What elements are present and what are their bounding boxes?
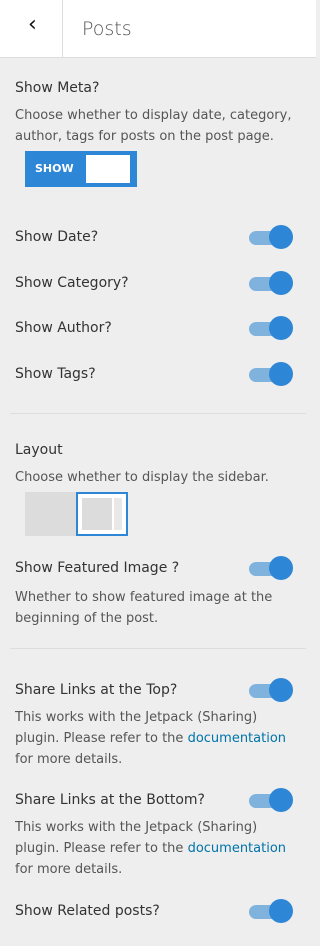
layout-label: Layout xyxy=(15,442,63,458)
toggle-knob xyxy=(269,225,293,249)
share-links-bottom-description: This works with the Jetpack (Sharing) pl… xyxy=(15,817,300,880)
share-links-bottom-label: Share Links at the Bottom? xyxy=(15,792,205,808)
description-text: for more details. xyxy=(15,752,123,767)
layout-option-with-sidebar[interactable] xyxy=(76,492,128,536)
show-related-posts-toggle[interactable] xyxy=(247,899,293,923)
show-author-toggle[interactable] xyxy=(247,316,293,340)
share-links-top-label: Share Links at the Top? xyxy=(15,682,178,698)
panel-header: ‹ Posts xyxy=(0,0,316,58)
layout-option-no-sidebar[interactable] xyxy=(25,492,76,536)
toggle-knob xyxy=(269,899,293,923)
back-arrow-icon: ‹ xyxy=(28,12,37,37)
show-meta-label: Show Meta? xyxy=(15,80,100,96)
documentation-link[interactable]: documentation xyxy=(188,841,286,856)
toggle-handle xyxy=(86,155,130,183)
toggle-knob xyxy=(269,788,293,812)
toggle-knob xyxy=(269,362,293,386)
layout-description: Choose whether to display the sidebar. xyxy=(15,470,269,485)
show-tags-toggle[interactable] xyxy=(247,362,293,386)
layout-content-preview xyxy=(82,498,112,530)
show-category-label: Show Category? xyxy=(15,275,129,291)
share-links-bottom-toggle[interactable] xyxy=(247,788,293,812)
show-date-label: Show Date? xyxy=(15,229,99,245)
back-button[interactable]: ‹ xyxy=(0,0,63,57)
toggle-knob xyxy=(269,678,293,702)
section-divider xyxy=(10,413,306,414)
show-meta-toggle[interactable]: SHOW xyxy=(25,151,137,187)
documentation-link[interactable]: documentation xyxy=(188,731,286,746)
section-divider xyxy=(10,648,306,649)
show-featured-image-label: Show Featured Image ? xyxy=(15,560,180,576)
show-date-toggle[interactable] xyxy=(247,225,293,249)
toggle-knob xyxy=(269,316,293,340)
show-tags-label: Show Tags? xyxy=(15,366,96,382)
toggle-knob xyxy=(269,271,293,295)
share-links-top-toggle[interactable] xyxy=(247,678,293,702)
show-meta-toggle-label: SHOW xyxy=(35,162,74,175)
page-title: Posts xyxy=(82,18,132,40)
layout-sidebar-preview xyxy=(114,498,122,530)
show-related-posts-label: Show Related posts? xyxy=(15,903,160,919)
share-links-top-description: This works with the Jetpack (Sharing) pl… xyxy=(15,707,300,770)
description-text: for more details. xyxy=(15,862,123,877)
show-featured-image-description: Whether to show featured image at the be… xyxy=(15,590,273,626)
show-category-toggle[interactable] xyxy=(247,271,293,295)
toggle-knob xyxy=(269,556,293,580)
show-meta-description: Choose whether to display date, category… xyxy=(15,108,292,144)
show-author-label: Show Author? xyxy=(15,320,112,336)
show-featured-image-toggle[interactable] xyxy=(247,556,293,580)
